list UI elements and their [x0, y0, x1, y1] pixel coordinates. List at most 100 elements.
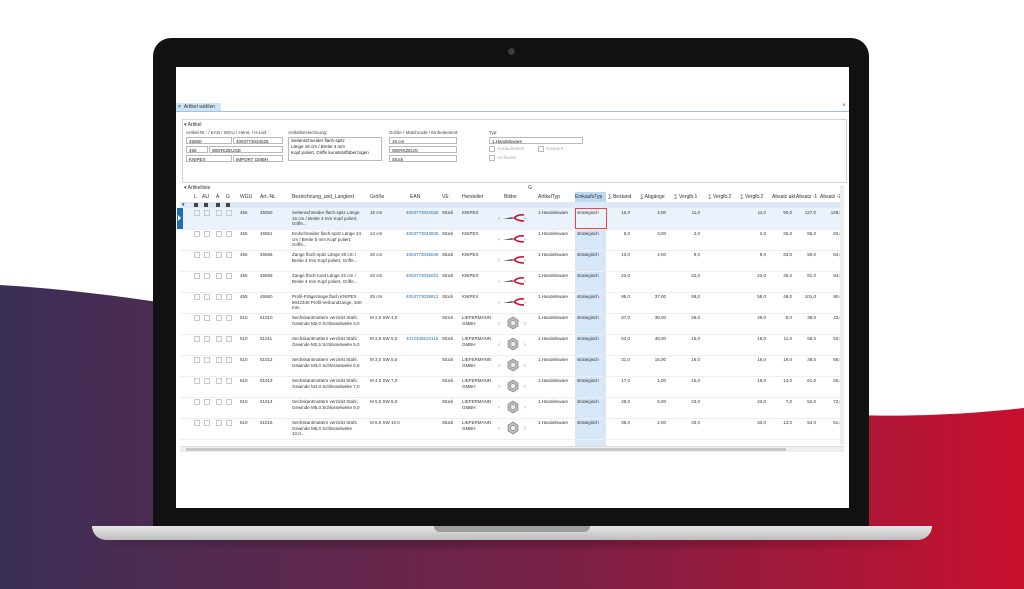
filter-l[interactable] [194, 203, 198, 207]
col-absatz-akt[interactable]: Absatz akt [772, 192, 795, 202]
einheit-field[interactable]: Stück [389, 155, 457, 162]
row-checkbox-au[interactable] [204, 210, 210, 216]
col-abgaenge[interactable]: ∑ Abgänge [640, 192, 665, 202]
filter-au[interactable] [204, 203, 208, 207]
row-checkbox-a[interactable] [216, 315, 222, 321]
nut-image[interactable]: ‹ › [498, 357, 528, 373]
typ-field[interactable]: 1.Handelsware [489, 137, 583, 144]
col-l[interactable]: L [194, 192, 197, 202]
scroll-thumb[interactable] [186, 448, 786, 451]
row-checkbox-a[interactable] [216, 252, 222, 258]
wgu-name-field[interactable]: WERKZEUGE [209, 146, 283, 153]
col-vergl3[interactable]: ∑ Verglb.2 [740, 192, 763, 202]
col-absatz-2[interactable]: Absatz -2 [820, 192, 841, 202]
row-checkbox-l[interactable] [194, 210, 200, 216]
row-checkbox-au[interactable] [204, 315, 210, 321]
row-checkbox-l[interactable] [194, 357, 200, 363]
row-checkbox-au[interactable] [204, 357, 210, 363]
artikelnr-field[interactable]: 45550 [186, 137, 232, 144]
table-row[interactable]: 510 51015 Sechskantmuttern verzinkt Stahl,… [180, 418, 844, 440]
pliers-image[interactable]: ‹ › [498, 294, 528, 310]
row-checkbox-a[interactable] [216, 399, 222, 405]
pliers-image[interactable]: ‹ › [498, 252, 528, 268]
row-checkbox-g[interactable] [226, 336, 232, 342]
table-row[interactable]: 455 45560 Profil-Prägezange flach KNIPEX 9… [180, 292, 844, 314]
col-artikeltyp[interactable]: ArtikelTyp [538, 192, 560, 202]
table-row[interactable]: 455 45559 Zange flach-rund Länge 22 cm / B… [180, 271, 844, 293]
row-checkbox-au[interactable] [204, 336, 210, 342]
row-checkbox-au[interactable] [204, 399, 210, 405]
col-au[interactable]: AU [202, 192, 209, 202]
nut-image[interactable]: ‹ › [498, 399, 528, 415]
wgu-field[interactable]: 455 [186, 146, 208, 153]
table-row[interactable]: 510 51012 Sechskantmuttern verzinkt Stahl,… [180, 355, 844, 377]
row-checkbox-l[interactable] [194, 399, 200, 405]
row-checkbox-a[interactable] [216, 336, 222, 342]
row-checkbox-l[interactable] [194, 252, 200, 258]
groesse-field[interactable]: 16 cm [389, 137, 457, 144]
row-checkbox-l[interactable] [194, 420, 200, 426]
table-row[interactable]: 455 45556 Zange flach-spitz Länge 20 cm / … [180, 250, 844, 272]
col-einkaufstyp[interactable]: EinkaufsTyp [575, 192, 606, 202]
row-checkbox-g[interactable] [226, 378, 232, 384]
filter-g[interactable] [226, 203, 230, 207]
filter-a[interactable] [216, 203, 220, 207]
table-row[interactable]: 510 51014 Sechskantmuttern verzinkt Stahl,… [180, 397, 844, 419]
row-checkbox-au[interactable] [204, 378, 210, 384]
table-row[interactable]: 455 45551 Endschneider flach-spitz Länge 2… [180, 229, 844, 251]
tab-artikel-waehlen[interactable]: × Artikel wählen [176, 103, 222, 111]
row-checkbox-a[interactable] [216, 210, 222, 216]
col-artnr[interactable]: Art.-Nr. [260, 192, 276, 202]
row-checkbox-g[interactable] [226, 252, 232, 258]
col-wgu[interactable]: WGU [240, 192, 252, 202]
row-checkbox-l[interactable] [194, 336, 200, 342]
auslauf-checkbox[interactable]: Auslaufartikel [489, 146, 524, 152]
row-checkbox-a[interactable] [216, 294, 222, 300]
col-g[interactable]: G [226, 192, 230, 202]
col-ve[interactable]: VE [442, 192, 449, 202]
row-checkbox-au[interactable] [204, 420, 210, 426]
col-hersteller[interactable]: Hersteller [462, 192, 483, 202]
col-bestand[interactable]: ∑ Bestand [608, 192, 631, 202]
col-vergl1[interactable]: ∑ Verglb.1 [674, 192, 697, 202]
nut-image[interactable]: ‹ › [498, 315, 528, 331]
row-checkbox-g[interactable] [226, 273, 232, 279]
row-checkbox-a[interactable] [216, 231, 222, 237]
nut-image[interactable]: ‹ › [498, 336, 528, 352]
row-checkbox-g[interactable] [226, 420, 232, 426]
row-checkbox-g[interactable] [226, 231, 232, 237]
col-a[interactable]: A [216, 192, 219, 202]
row-checkbox-l[interactable] [194, 273, 200, 279]
row-checkbox-l[interactable] [194, 231, 200, 237]
row-checkbox-g[interactable] [226, 399, 232, 405]
row-checkbox-g[interactable] [226, 294, 232, 300]
close-icon[interactable]: × [178, 104, 181, 110]
row-checkbox-au[interactable] [204, 252, 210, 258]
col-groesse[interactable]: Größe [370, 192, 384, 202]
pliers-image[interactable]: ‹ › [498, 273, 528, 289]
col-bilder[interactable]: Bilder [504, 192, 517, 202]
table-row[interactable]: 510 51013 Sechskantmuttern verzinkt Stahl,… [180, 376, 844, 398]
pliers-image[interactable]: ‹ › [498, 231, 528, 247]
nut-image[interactable]: ‹ › [498, 420, 528, 436]
vertical-scrollbar[interactable] [840, 185, 844, 445]
horizontal-scrollbar[interactable] [180, 446, 844, 452]
row-checkbox-g[interactable] [226, 357, 232, 363]
row-checkbox-l[interactable] [194, 294, 200, 300]
row-checkbox-au[interactable] [204, 294, 210, 300]
row-checkbox-g[interactable] [226, 210, 232, 216]
matchcode-field[interactable]: WERKZEUG [389, 146, 457, 153]
row-checkbox-au[interactable] [204, 231, 210, 237]
col-vergl2[interactable]: ∑ Verglb.2 [708, 192, 731, 202]
row-checkbox-a[interactable] [216, 378, 222, 384]
lieferant-field[interactable]: IMPORT GMBH [233, 155, 283, 162]
archiviert-checkbox[interactable]: Archiviert [489, 155, 516, 161]
ean-field[interactable]: 4003773034025 [233, 137, 283, 144]
table-row[interactable]: 510 51010 Sechskantmuttern verzinkt Stahl,… [180, 313, 844, 335]
col-absatz-1[interactable]: Absatz -1 [796, 192, 817, 202]
row-checkbox-a[interactable] [216, 273, 222, 279]
row-checkbox-a[interactable] [216, 357, 222, 363]
bezeichnung-field[interactable]: Seitenschneider flach-spitz Länge 16 cm … [288, 137, 382, 161]
pliers-image[interactable]: ‹ › [498, 210, 528, 226]
window-close-icon[interactable]: × [842, 103, 846, 109]
